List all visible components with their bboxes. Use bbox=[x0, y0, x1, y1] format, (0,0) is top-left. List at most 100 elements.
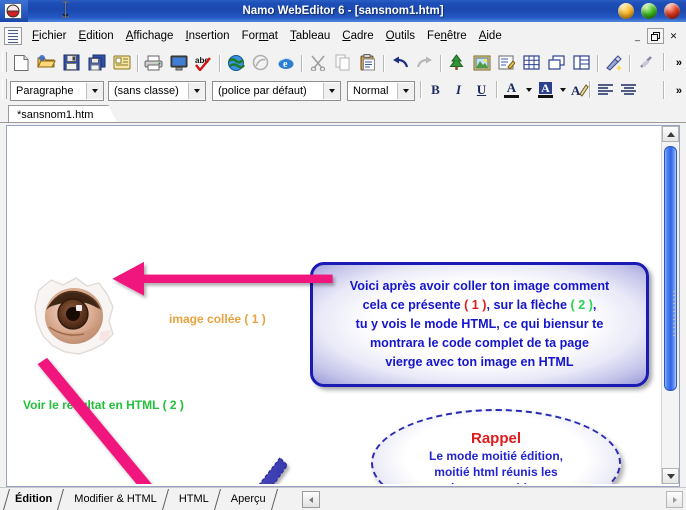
open-folder-icon[interactable] bbox=[34, 51, 59, 75]
menu-item-outils[interactable]: Outils bbox=[380, 27, 421, 45]
font-color-button[interactable]: A bbox=[500, 79, 534, 101]
menu-item-aide[interactable]: Aide bbox=[473, 27, 508, 45]
view-tab-html[interactable]: HTML bbox=[168, 489, 221, 510]
toolbar-grip-standard[interactable] bbox=[2, 52, 7, 72]
insert-layer-icon[interactable] bbox=[544, 51, 569, 75]
redo-arrow-icon[interactable] bbox=[412, 51, 437, 75]
menu-item-cadre[interactable]: Cadre bbox=[336, 27, 379, 45]
menu-item-tableau[interactable]: Tableau bbox=[284, 27, 336, 45]
editor-frame: image collée ( 1 ) Voir le résultat en H… bbox=[6, 125, 680, 487]
toolbar-grip-format[interactable] bbox=[2, 79, 7, 99]
ellipse-callout-title: Rappel bbox=[470, 430, 521, 447]
close-orb[interactable] bbox=[664, 3, 680, 19]
mdi-close-button[interactable]: ✕ bbox=[666, 29, 681, 43]
chevron-down-icon[interactable] bbox=[523, 79, 534, 101]
view-tab-apercu[interactable]: Aperçu bbox=[220, 489, 278, 510]
menu-item-insertion[interactable]: Insertion bbox=[179, 27, 235, 45]
highlight-color-button[interactable]: A bbox=[534, 79, 568, 101]
menu-item-format[interactable]: Format bbox=[236, 27, 284, 45]
chevron-down-icon[interactable] bbox=[188, 83, 205, 99]
hyperlink-icon[interactable] bbox=[633, 51, 658, 75]
font-size-combo[interactable]: Normal bbox=[347, 81, 415, 101]
publish-globe-icon[interactable] bbox=[223, 51, 248, 75]
format-toolbar-overflow-button[interactable]: » bbox=[676, 76, 682, 105]
scroll-thumb[interactable] bbox=[664, 146, 677, 391]
insert-frame-icon[interactable] bbox=[569, 51, 594, 75]
underline-button[interactable]: U bbox=[470, 79, 493, 101]
cut-scissors-icon[interactable] bbox=[305, 51, 330, 75]
view-tab-apercu-label: Aperçu bbox=[230, 493, 266, 505]
mdi-restore-button[interactable] bbox=[647, 28, 664, 44]
spellcheck-abc-icon[interactable]: abc bbox=[191, 51, 216, 75]
site-manager-icon[interactable] bbox=[248, 51, 273, 75]
css-class-combo[interactable]: (sans classe) bbox=[108, 81, 206, 101]
mdi-minimize-button[interactable]: _ bbox=[630, 29, 645, 43]
ellipse-line-3: deux ensemblent bbox=[447, 481, 545, 484]
callout-line-4: montrara le code complet de ta page bbox=[369, 336, 590, 350]
toolbar-separator bbox=[298, 53, 305, 73]
horizontal-scroll-left-button[interactable] bbox=[302, 491, 320, 508]
menu-item-list: Fichier Edition Affichage Insertion Form… bbox=[26, 22, 508, 49]
chevron-down-icon[interactable] bbox=[86, 83, 103, 99]
save-disk-icon[interactable] bbox=[59, 51, 84, 75]
font-color-label: A bbox=[506, 80, 517, 95]
scroll-down-arrow-icon[interactable] bbox=[662, 468, 679, 484]
paragraph-style-combo[interactable]: Paragraphe bbox=[10, 81, 104, 101]
callout-line-1: Voici après avoir coller ton image comme… bbox=[349, 279, 610, 293]
italic-button[interactable]: I bbox=[447, 79, 470, 101]
new-document-icon[interactable] bbox=[9, 51, 34, 75]
paragraph-style-value: Paragraphe bbox=[16, 85, 74, 97]
menu-item-affichage[interactable]: Affichage bbox=[120, 27, 180, 45]
paste-icon[interactable] bbox=[355, 51, 380, 75]
view-tab-list: Édition Modifier & HTML HTML Aperçu bbox=[2, 489, 278, 510]
insert-table-icon[interactable] bbox=[519, 51, 544, 75]
toolbar-separator bbox=[437, 53, 444, 73]
annotation-image-collee: image collée ( 1 ) bbox=[169, 312, 266, 326]
print-icon[interactable] bbox=[141, 51, 166, 75]
align-left-icon[interactable] bbox=[594, 79, 617, 101]
menu-item-fichier[interactable]: Fichier bbox=[26, 27, 73, 45]
namo-webeditor-window: Namo WebEditor 6 - [sansnom1.htm] Fichie… bbox=[0, 0, 686, 510]
tab-left-slash bbox=[2, 489, 11, 510]
toolbar-separator bbox=[134, 53, 141, 73]
horizontal-scroll-right-button[interactable] bbox=[666, 491, 683, 508]
insert-tree-image-icon[interactable] bbox=[444, 51, 469, 75]
title-bar: Namo WebEditor 6 - [sansnom1.htm] bbox=[0, 0, 686, 22]
theme-wizard-icon[interactable] bbox=[601, 51, 626, 75]
insert-picture-icon[interactable] bbox=[469, 51, 494, 75]
standard-toolbar-overflow-button[interactable]: » bbox=[676, 49, 682, 76]
page-canvas[interactable]: image collée ( 1 ) Voir le résultat en H… bbox=[7, 126, 658, 484]
align-center-icon[interactable] bbox=[617, 79, 640, 101]
format-toolbar: Paragraphe (sans classe) (police par déf… bbox=[0, 76, 686, 106]
bold-button[interactable]: B bbox=[424, 79, 447, 101]
properties-card-icon[interactable] bbox=[109, 51, 134, 75]
view-tab-modifier-html[interactable]: Modifier & HTML bbox=[63, 489, 169, 510]
callout-marker-2: ( 2 ) bbox=[570, 298, 593, 312]
vertical-scrollbar[interactable] bbox=[661, 126, 679, 484]
font-family-combo[interactable]: (police par défaut) bbox=[212, 81, 341, 101]
save-all-icon[interactable] bbox=[84, 51, 109, 75]
callout-line-2a: cela ce présente bbox=[362, 298, 465, 312]
chevron-down-icon[interactable] bbox=[557, 79, 568, 101]
chevron-down-icon[interactable] bbox=[323, 83, 340, 99]
preview-browser-icon[interactable]: e bbox=[273, 51, 298, 75]
scroll-up-arrow-icon[interactable] bbox=[662, 126, 679, 142]
callout-line-5: vierge avec ton image en HTML bbox=[385, 355, 574, 369]
svg-text:A: A bbox=[571, 83, 581, 98]
toolbar-separator bbox=[586, 79, 593, 102]
toolbar-separator bbox=[417, 79, 424, 102]
eye-through-torn-paper-image[interactable] bbox=[29, 274, 121, 361]
minimize-orb[interactable] bbox=[617, 3, 634, 19]
menu-grip-icon[interactable] bbox=[4, 27, 22, 45]
chevron-down-icon[interactable] bbox=[397, 83, 414, 99]
print-preview-icon[interactable] bbox=[166, 51, 191, 75]
maximize-orb[interactable] bbox=[640, 3, 657, 19]
insert-form-icon[interactable] bbox=[494, 51, 519, 75]
view-tab-modifier-html-label: Modifier & HTML bbox=[74, 493, 157, 505]
menu-item-edition[interactable]: Edition bbox=[73, 27, 120, 45]
copy-icon[interactable] bbox=[330, 51, 355, 75]
font-color-bar bbox=[504, 95, 519, 98]
undo-arrow-icon[interactable] bbox=[387, 51, 412, 75]
view-tab-edition[interactable]: Édition bbox=[2, 489, 65, 510]
menu-item-fenetre[interactable]: Fenêtre bbox=[421, 27, 473, 45]
